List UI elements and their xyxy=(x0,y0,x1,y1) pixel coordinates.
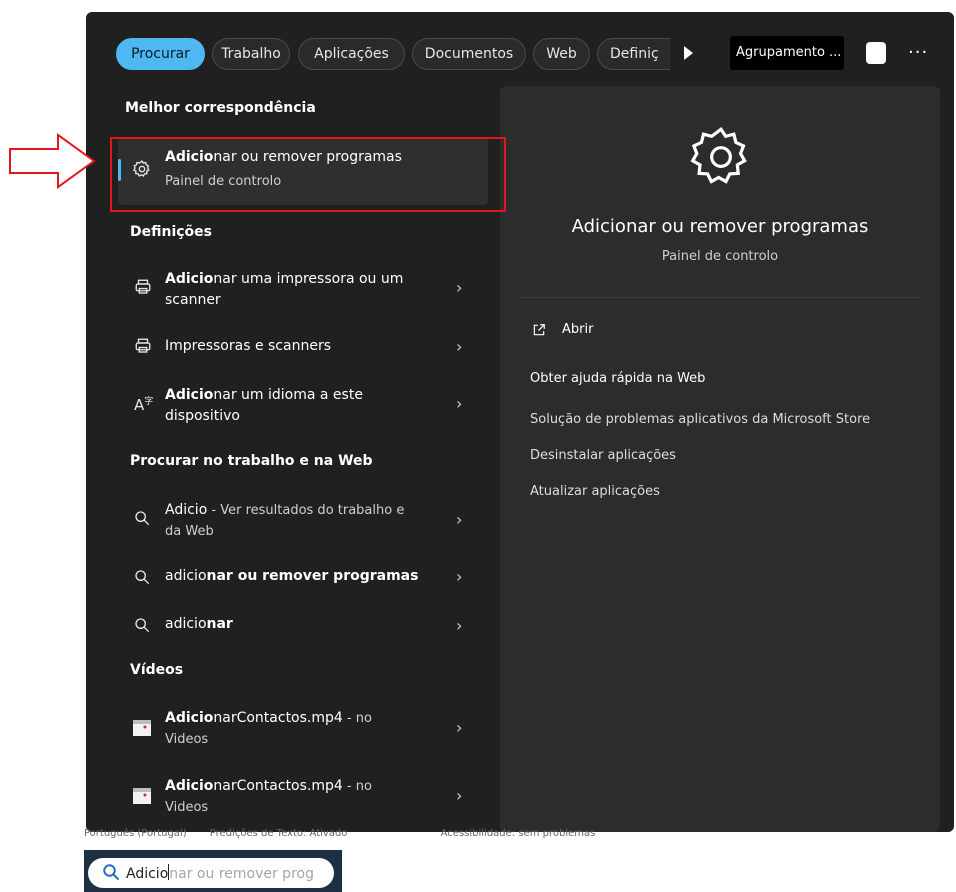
web-item-suggestion-1[interactable]: adicionar ou remover programas › xyxy=(118,564,488,594)
chevron-right-icon: › xyxy=(456,510,463,529)
gear-icon xyxy=(686,122,756,196)
chevron-right-icon: › xyxy=(456,278,463,297)
video-file-icon xyxy=(132,718,152,742)
search-icon xyxy=(134,569,150,589)
action-troubleshoot[interactable]: Solução de problemas aplicativos da Micr… xyxy=(530,412,870,427)
web-item-label: adicionar ou remover programas xyxy=(165,568,419,584)
settings-item-label: Impressoras e scanners xyxy=(165,338,331,354)
search-icon xyxy=(102,862,120,886)
search-query: Adicionar ou remover prog xyxy=(126,864,314,882)
search-filters: Procurar Trabalho Aplicações Documentos … xyxy=(86,34,954,74)
search-icon xyxy=(134,510,150,530)
screen: Procurar Trabalho Aplicações Documentos … xyxy=(0,0,956,892)
scroll-right-icon[interactable] xyxy=(684,46,693,60)
web-item-label: Adicio - Ver resultados do trabalho e da … xyxy=(165,502,405,539)
action-open[interactable]: Abrir xyxy=(562,322,593,337)
search-input[interactable]: Adicionar ou remover prog xyxy=(88,858,334,888)
video-item-label: AdicionarContactos.mp4 - no Videos xyxy=(165,778,372,815)
section-best-match: Melhor correspondência xyxy=(125,100,316,116)
chevron-right-icon: › xyxy=(456,786,463,805)
video-item[interactable]: AdicionarContactos.mp4 - no Videos › xyxy=(118,704,488,754)
filter-definicoes[interactable]: Definiç xyxy=(597,38,670,70)
settings-item-add-language[interactable]: A字 Adicionar um idioma a este dispositivo… xyxy=(118,382,488,430)
details-subtitle: Painel de controlo xyxy=(661,249,779,264)
filter-web[interactable]: Web xyxy=(533,38,590,70)
settings-item-label: Adicionar um idioma a este dispositivo xyxy=(165,387,363,424)
taskbar-search-area: Adicionar ou remover prog xyxy=(84,850,342,892)
printer-icon xyxy=(134,278,152,300)
open-external-icon xyxy=(532,322,546,341)
section-settings: Definições xyxy=(130,224,213,240)
web-item-work-web[interactable]: Adicio - Ver resultados do trabalho e da … xyxy=(118,496,488,544)
settings-item-label: Adicionar uma impressora ou um scanner xyxy=(165,271,404,308)
search-icon xyxy=(134,617,150,637)
divider xyxy=(518,297,922,298)
web-item-label: adicionar xyxy=(165,616,233,632)
action-update[interactable]: Atualizar aplicações xyxy=(530,484,660,499)
settings-item-printers[interactable]: Impressoras e scanners › xyxy=(118,332,488,362)
language-icon: A字 xyxy=(134,396,154,414)
section-videos: Vídeos xyxy=(130,662,184,678)
action-web-help[interactable]: Obter ajuda rápida na Web xyxy=(530,371,705,386)
video-item[interactable]: AdicionarContactos.mp4 - no Videos › xyxy=(118,772,488,822)
more-options-icon[interactable]: ··· xyxy=(908,38,928,68)
settings-item-add-printer[interactable]: Adicionar uma impressora ou um scanner › xyxy=(118,264,488,312)
action-uninstall[interactable]: Desinstalar aplicações xyxy=(530,448,676,463)
filter-aplicacoes[interactable]: Aplicações xyxy=(298,38,405,70)
start-search-panel: Procurar Trabalho Aplicações Documentos … xyxy=(86,12,954,832)
filter-documentos[interactable]: Documentos xyxy=(412,38,526,70)
section-web: Procurar no trabalho e na Web xyxy=(130,453,373,469)
video-file-icon xyxy=(132,786,152,810)
chevron-right-icon: › xyxy=(456,567,463,586)
chevron-right-icon: › xyxy=(456,394,463,413)
web-item-suggestion-2[interactable]: adicionar › xyxy=(118,612,488,642)
details-title: Adicionar ou remover programas xyxy=(571,216,869,237)
printer-icon xyxy=(134,337,152,359)
filter-procurar[interactable]: Procurar xyxy=(116,38,205,70)
avatar[interactable] xyxy=(866,42,886,64)
video-item-label: AdicionarContactos.mp4 - no Videos xyxy=(165,710,372,747)
chevron-right-icon: › xyxy=(456,616,463,635)
details-pane: Adicionar ou remover programas Painel de… xyxy=(500,86,940,832)
chevron-right-icon: › xyxy=(456,337,463,356)
annotation-arrow-icon xyxy=(8,133,98,193)
highlight-box xyxy=(110,137,506,212)
chevron-right-icon: › xyxy=(456,718,463,737)
filter-trabalho[interactable]: Trabalho xyxy=(212,38,290,70)
organization-button[interactable]: Agrupamento ... xyxy=(730,36,844,70)
status-bar: Português (Portugal) Predições de Texto:… xyxy=(84,828,596,839)
